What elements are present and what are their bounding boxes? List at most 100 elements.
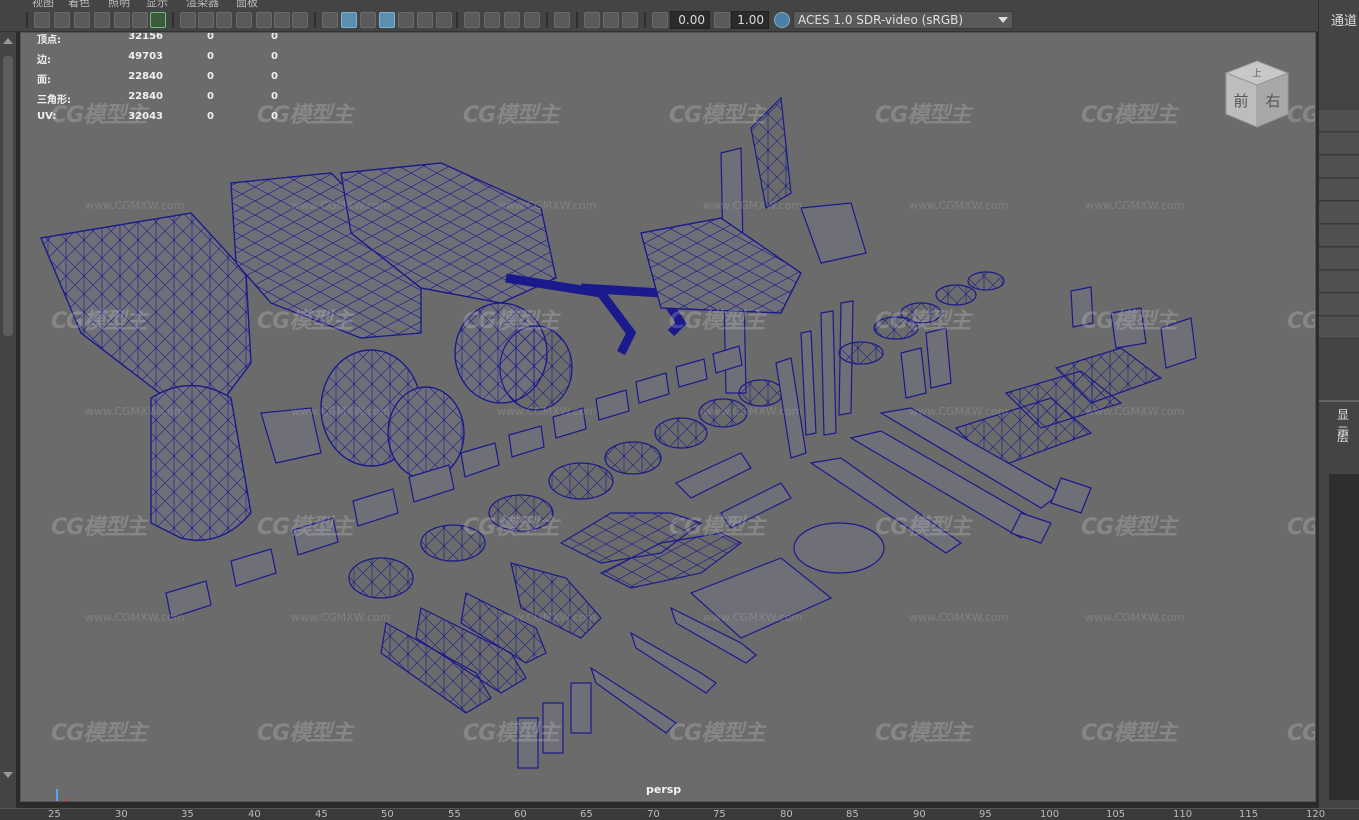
color-management-value: ACES 1.0 SDR-video (sRGB) — [798, 13, 964, 27]
camera-attributes-icon[interactable] — [54, 12, 70, 28]
tab-channels[interactable]: 通道 — [1331, 10, 1357, 29]
channel-attribute-row[interactable] — [1319, 294, 1359, 316]
anti-aliasing-icon[interactable] — [504, 12, 520, 28]
left-scrollbar[interactable] — [3, 56, 13, 336]
textured-icon[interactable] — [398, 12, 414, 28]
viewcube-front-label[interactable]: 前 — [1233, 92, 1248, 110]
hud-label: 面: — [37, 75, 51, 86]
watermark-url: www.CGMXW.com — [497, 405, 597, 418]
watermark-text: CG模型主 — [669, 515, 765, 540]
2d-pan-zoom-icon[interactable] — [132, 12, 148, 28]
grease-pencil-icon[interactable] — [114, 12, 130, 28]
watermark-url: www.CGMXW.com — [703, 611, 803, 624]
menu-lighting[interactable]: 照明 — [108, 0, 130, 8]
depth-of-field-icon[interactable] — [524, 12, 540, 28]
gamma-field[interactable]: 1.00 — [731, 11, 769, 29]
scroll-down-icon[interactable] — [3, 772, 13, 778]
grid-icon[interactable] — [180, 12, 196, 28]
panel-divider[interactable] — [1319, 400, 1359, 402]
flat-shade-icon[interactable] — [360, 12, 376, 28]
isolate-select-icon[interactable] — [554, 12, 570, 28]
hud-value: 22840 — [128, 71, 163, 82]
hud-value: 0 — [271, 91, 278, 102]
xray-components-icon[interactable] — [622, 12, 638, 28]
watermark-text: CG模型主 — [1081, 103, 1177, 128]
exposure-icon[interactable] — [652, 12, 668, 28]
channel-box-panel: 通道 显示 层 — [1318, 0, 1359, 820]
viewcube-top-label[interactable]: 上 — [1252, 68, 1261, 79]
bookmarks-icon[interactable] — [74, 12, 90, 28]
channel-attribute-row[interactable] — [1319, 202, 1359, 224]
use-lights-icon[interactable] — [417, 12, 433, 28]
watermark-text: CG模型主 — [1287, 515, 1316, 540]
exposure-field[interactable]: 0.00 — [670, 11, 710, 29]
watermark-url: www.CGMXW.com — [497, 199, 597, 212]
pencil-icon[interactable] — [150, 12, 166, 28]
ruler-tick: 30 — [115, 809, 128, 820]
ruler-tick: 25 — [48, 809, 61, 820]
channel-attribute-row[interactable] — [1319, 248, 1359, 270]
film-gate-icon[interactable] — [198, 12, 214, 28]
watermark-text: CG模型主 — [463, 103, 559, 128]
watermark-text: CG模型主 — [669, 103, 765, 128]
channel-attribute-row[interactable] — [1319, 225, 1359, 247]
image-plane-icon[interactable] — [94, 12, 110, 28]
watermark-url: www.CGMXW.com — [1085, 199, 1185, 212]
channel-attribute-row[interactable] — [1319, 271, 1359, 293]
wireframe-icon[interactable] — [322, 12, 338, 28]
menu-shading[interactable]: 着色 — [68, 0, 90, 8]
watermark-text: CG模型主 — [257, 309, 353, 334]
xray-icon[interactable] — [584, 12, 600, 28]
watermark-text: CG模型主 — [463, 721, 559, 746]
ruler-tick: 80 — [780, 809, 793, 820]
hud-value: 0 — [207, 71, 214, 82]
ambient-occlusion-icon[interactable] — [464, 12, 480, 28]
safe-title-icon[interactable] — [292, 12, 308, 28]
scroll-up-icon[interactable] — [3, 38, 13, 44]
shadows-icon[interactable] — [436, 12, 452, 28]
wireframe-on-shaded-icon[interactable] — [379, 12, 395, 28]
perspective-viewport[interactable]: CG模型主 CG模型主 CG模型主 CG模型主 CG模型主 CG模型主 CG模型… — [20, 32, 1316, 802]
field-chart-icon[interactable] — [256, 12, 272, 28]
hud-value: 0 — [271, 111, 278, 122]
color-management-select[interactable]: ACES 1.0 SDR-video (sRGB) — [793, 11, 1013, 29]
menu-view[interactable]: 视图 — [32, 0, 54, 8]
xray-joints-icon[interactable] — [603, 12, 619, 28]
gate-mask-icon[interactable] — [236, 12, 252, 28]
ruler-tick: 105 — [1106, 809, 1126, 820]
menu-layers[interactable]: 层 — [1337, 428, 1349, 445]
watermark-url: www.CGMXW.com — [909, 405, 1009, 418]
menu-panels[interactable]: 面板 — [236, 0, 258, 8]
time-slider-ruler[interactable]: 25 30 35 40 45 50 55 60 65 70 75 80 85 9… — [0, 808, 1359, 820]
channel-attribute-row[interactable] — [1319, 133, 1359, 155]
watermark-text: CG模型主 — [463, 515, 559, 540]
watermark-url: www.CGMXW.com — [291, 405, 391, 418]
watermark-url: www.CGMXW.com — [1085, 405, 1185, 418]
channel-attribute-row[interactable] — [1319, 110, 1359, 132]
safe-action-icon[interactable] — [274, 12, 290, 28]
smooth-shade-icon[interactable] — [341, 12, 357, 28]
motion-blur-icon[interactable] — [484, 12, 500, 28]
ruler-tick: 95 — [979, 809, 992, 820]
color-management-icon[interactable] — [774, 12, 790, 28]
gamma-icon[interactable] — [714, 12, 730, 28]
channel-attribute-row[interactable] — [1319, 317, 1359, 339]
channel-attribute-row[interactable] — [1319, 179, 1359, 201]
resolution-gate-icon[interactable] — [216, 12, 232, 28]
viewcube-right-label[interactable]: 右 — [1265, 92, 1280, 110]
watermark-text: CG模型主 — [1081, 721, 1177, 746]
menu-bar: 视图 着色 照明 显示 渲染器 面板 — [0, 0, 1318, 8]
ruler-tick: 75 — [713, 809, 726, 820]
menu-show[interactable]: 显示 — [146, 0, 168, 8]
ruler-tick: 110 — [1173, 809, 1193, 820]
menu-renderer[interactable]: 渲染器 — [186, 0, 219, 8]
watermark-text: CG模型主 — [51, 721, 147, 746]
hud-value: 49703 — [128, 51, 163, 62]
channel-attribute-row[interactable] — [1319, 156, 1359, 178]
view-cube[interactable]: 上 前 右 — [1224, 59, 1290, 129]
watermark-text: CG模型主 — [669, 721, 765, 746]
watermark-text: CG模型主 — [257, 515, 353, 540]
select-camera-icon[interactable] — [34, 12, 50, 28]
watermark-url: www.CGMXW.com — [85, 199, 185, 212]
layer-list[interactable] — [1329, 474, 1359, 800]
